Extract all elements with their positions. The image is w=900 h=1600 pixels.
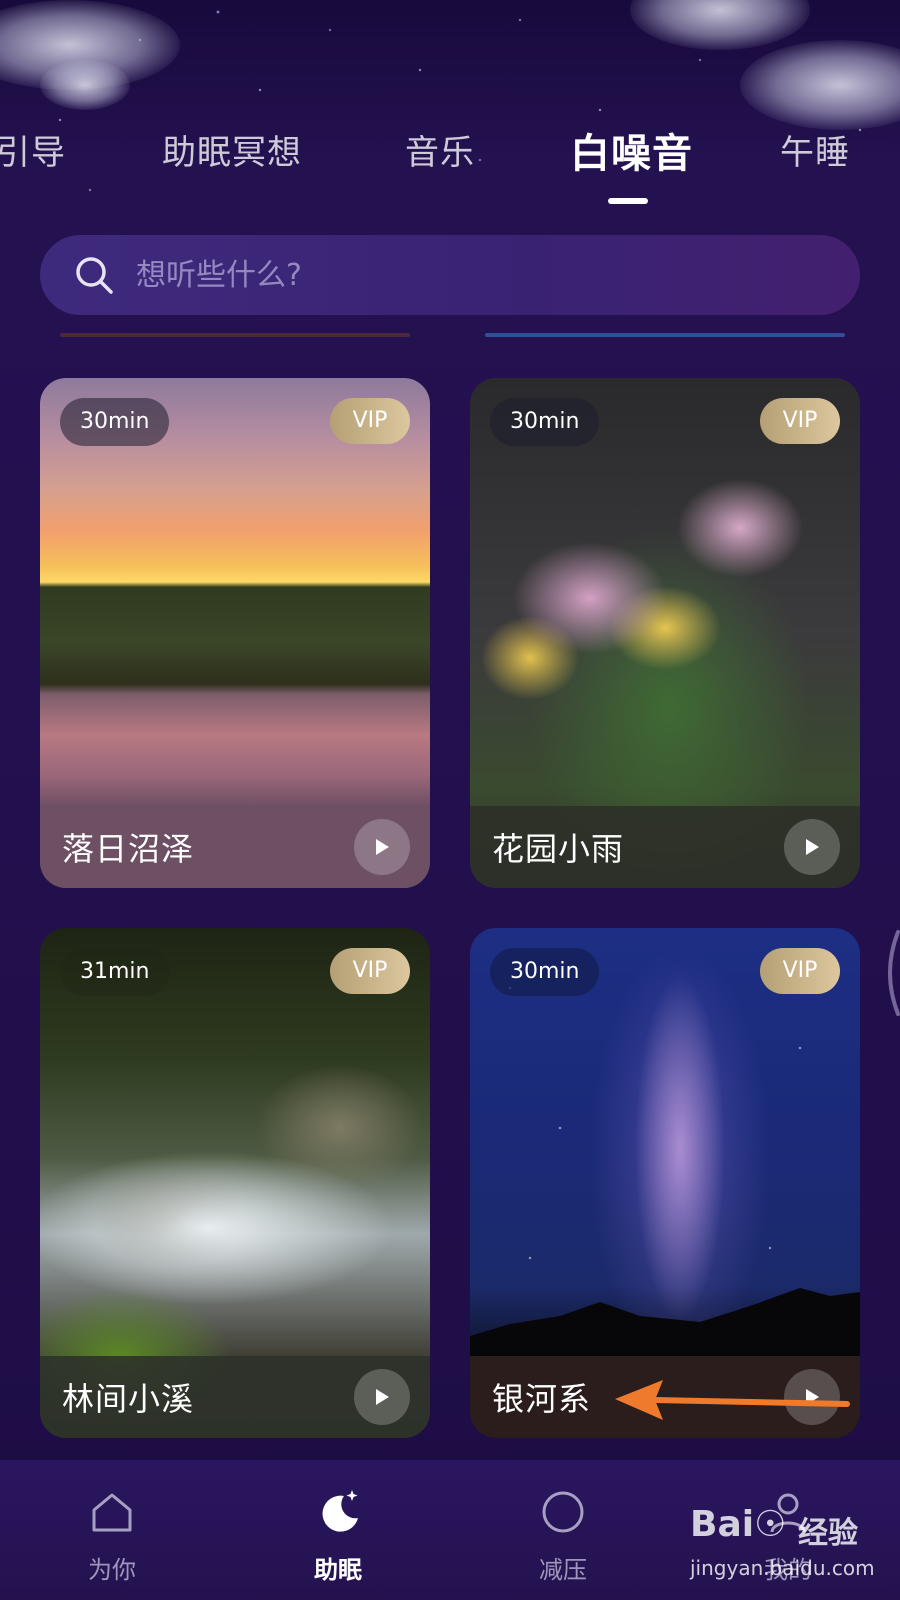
play-button[interactable] — [354, 819, 410, 875]
play-button[interactable] — [784, 819, 840, 875]
moon-star-icon — [322, 1490, 358, 1532]
nav-for-you[interactable]: 为你 — [42, 1460, 182, 1600]
tab-guide[interactable]: 引导 — [0, 125, 66, 174]
vip-badge: VIP — [330, 398, 410, 444]
sound-card-garden-rain[interactable]: 30min VIP 花园小雨 — [470, 378, 860, 888]
search-icon — [76, 257, 113, 294]
category-tabs: 引导 助眠冥想 音乐 白噪音 午睡 — [0, 125, 900, 205]
circle-icon — [542, 1491, 584, 1533]
cloud-decoration — [40, 60, 130, 110]
nav-label: 减压 — [539, 1556, 587, 1584]
annotation-arrow — [615, 1380, 850, 1420]
play-icon — [806, 839, 819, 855]
scroll-edge-line — [485, 333, 845, 337]
card-title: 林间小溪 — [62, 1380, 195, 1418]
card-footer: 林间小溪 — [40, 1356, 430, 1438]
watermark-text: 经验 — [798, 1516, 858, 1551]
play-icon — [376, 1389, 389, 1405]
vip-badge: VIP — [760, 398, 840, 444]
card-footer: 花园小雨 — [470, 806, 860, 888]
nav-label: 为你 — [88, 1556, 136, 1584]
mountain-silhouette — [470, 1288, 860, 1356]
tab-nap[interactable]: 午睡 — [780, 125, 850, 174]
play-icon — [376, 839, 389, 855]
baidu-jingyan-watermark: Bai☉ 经验 jingyan.baidu.com — [690, 1500, 890, 1590]
active-tab-indicator — [608, 198, 648, 204]
house-icon — [92, 1493, 132, 1532]
duration-badge: 30min — [490, 398, 600, 446]
tab-white-noise[interactable]: 白噪音 — [570, 121, 693, 179]
card-title: 花园小雨 — [492, 830, 625, 868]
card-footer: 落日沼泽 — [40, 806, 430, 888]
watermark-url: jingyan.baidu.com — [690, 1556, 875, 1580]
duration-badge: 31min — [60, 948, 170, 996]
duration-badge: 30min — [490, 948, 600, 996]
search-input[interactable] — [134, 244, 860, 306]
nav-relax[interactable]: 减压 — [493, 1460, 633, 1600]
vip-badge: VIP — [760, 948, 840, 994]
app-screen: 引导 助眠冥想 音乐 白噪音 午睡 30min VIP 落日沼泽 30min V… — [0, 0, 900, 1600]
play-button[interactable] — [354, 1369, 410, 1425]
scroll-edge-line — [60, 333, 410, 337]
vip-badge: VIP — [330, 948, 410, 994]
nav-sleep[interactable]: 助眠 — [268, 1460, 408, 1600]
nav-label: 助眠 — [314, 1556, 362, 1584]
card-title: 落日沼泽 — [62, 830, 195, 868]
tab-meditation[interactable]: 助眠冥想 — [162, 125, 302, 174]
duration-badge: 30min — [60, 398, 170, 446]
sound-card-sunset-marsh[interactable]: 30min VIP 落日沼泽 — [40, 378, 430, 888]
baidu-logo: Bai☉ — [690, 1504, 787, 1545]
sound-card-milky-way[interactable]: 30min VIP 银河系 — [470, 928, 860, 1438]
tab-music[interactable]: 音乐 — [405, 125, 475, 174]
sound-card-forest-stream[interactable]: 31min VIP 林间小溪 — [40, 928, 430, 1438]
search-bar[interactable] — [40, 235, 860, 315]
side-drawer-handle[interactable] — [878, 928, 900, 1018]
